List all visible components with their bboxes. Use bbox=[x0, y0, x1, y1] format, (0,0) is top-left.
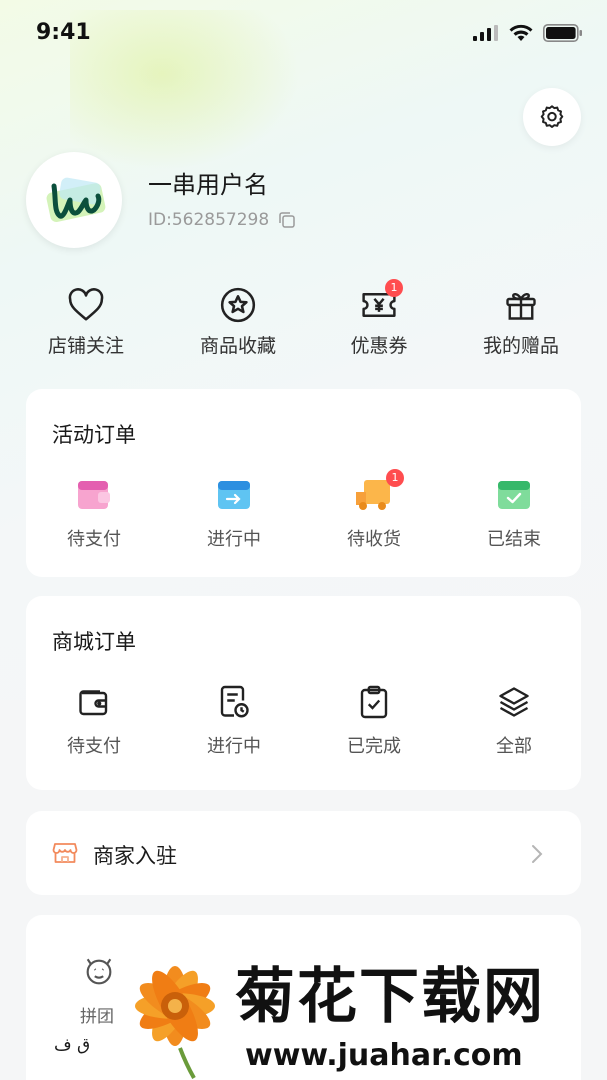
order-label: 待支付 bbox=[67, 736, 121, 757]
user-id-row: ID:562857298 bbox=[148, 210, 297, 230]
wallet-icon bbox=[79, 690, 108, 716]
order-label: 已结束 bbox=[487, 529, 541, 550]
user-id: ID:562857298 bbox=[148, 210, 270, 230]
box-blue-icon bbox=[218, 481, 250, 509]
activity-order-awaiting-delivery[interactable]: 1 待收货 bbox=[304, 469, 444, 551]
heart-icon bbox=[68, 288, 104, 321]
watermark-title: 菊花下载网 bbox=[235, 962, 545, 1032]
quick-link-label: 我的赠品 bbox=[482, 335, 559, 357]
shop-icon bbox=[52, 843, 78, 863]
quick-link-gifts[interactable]: 我的赠品 bbox=[451, 285, 591, 358]
merchant-entry-row[interactable]: 商家入驻 bbox=[26, 811, 581, 895]
status-time: 9:41 bbox=[36, 20, 91, 45]
order-label: 全部 bbox=[496, 736, 532, 757]
wifi-icon bbox=[509, 24, 533, 41]
mall-order-pending-payment[interactable]: 待支付 bbox=[24, 682, 164, 758]
activity-order-pending-payment[interactable]: 待支付 bbox=[24, 475, 164, 551]
quick-link-favorites[interactable]: 商品收藏 bbox=[168, 285, 308, 358]
mall-order-completed[interactable]: 已完成 bbox=[304, 682, 444, 758]
watermark-url: www.juahar.com bbox=[245, 1038, 523, 1073]
group-buy-label: 拼团 bbox=[80, 1007, 114, 1027]
activity-orders-title: 活动订单 bbox=[52, 423, 136, 447]
wallet-pink-icon bbox=[78, 481, 110, 509]
quick-link-store-follow[interactable]: 店铺关注 bbox=[16, 285, 156, 358]
quick-link-coupons[interactable]: 1 优惠券 bbox=[309, 279, 449, 358]
check-green-icon bbox=[498, 481, 530, 509]
gear-icon bbox=[540, 105, 564, 129]
mall-orders-title: 商城订单 bbox=[52, 630, 136, 654]
chevron-right-icon bbox=[532, 845, 543, 863]
order-label: 进行中 bbox=[207, 529, 261, 550]
signal-icon bbox=[473, 25, 498, 41]
quick-link-label: 优惠券 bbox=[350, 335, 408, 357]
order-label: 待支付 bbox=[67, 529, 121, 550]
delivery-badge: 1 bbox=[386, 469, 404, 487]
avatar-logo-icon bbox=[46, 177, 106, 222]
quick-links: 店铺关注 商品收藏 1 优惠券 我的赠品 bbox=[0, 279, 607, 365]
avatar[interactable] bbox=[26, 152, 122, 248]
battery-icon bbox=[543, 24, 582, 42]
layers-icon bbox=[499, 687, 529, 717]
order-label: 待收货 bbox=[347, 529, 401, 550]
watermark-overlay: 菊花下载网 www.juahar.com bbox=[120, 940, 607, 1080]
status-bar: 9:41 bbox=[0, 0, 607, 70]
flower-logo-icon bbox=[135, 966, 215, 1079]
gift-icon bbox=[506, 293, 536, 320]
coupon-badge: 1 bbox=[385, 279, 403, 297]
copy-icon[interactable] bbox=[277, 210, 297, 230]
quick-link-label: 商品收藏 bbox=[199, 335, 276, 357]
username: 一串用户名 bbox=[148, 171, 268, 199]
activity-orders-card: 活动订单 待支付 进行中 1 待收货 已结束 bbox=[26, 389, 581, 577]
mall-order-in-progress[interactable]: 进行中 bbox=[164, 682, 304, 758]
mall-orders-card: 商城订单 待支付 进行中 已完成 全部 bbox=[26, 596, 581, 790]
mall-order-all[interactable]: 全部 bbox=[444, 682, 584, 758]
group-buy-icon bbox=[86, 958, 112, 985]
document-clock-icon bbox=[220, 685, 249, 718]
activity-order-ended[interactable]: 已结束 bbox=[444, 475, 584, 551]
settings-button[interactable] bbox=[523, 88, 581, 146]
order-label: 已完成 bbox=[347, 736, 401, 757]
star-icon bbox=[220, 287, 256, 323]
status-icons bbox=[473, 24, 583, 42]
activity-order-in-progress[interactable]: 进行中 bbox=[164, 475, 304, 551]
quick-link-label: 店铺关注 bbox=[47, 335, 124, 357]
order-label: 进行中 bbox=[207, 736, 261, 757]
partial-label: ق ف bbox=[54, 1035, 91, 1055]
clipboard-check-icon bbox=[360, 685, 388, 719]
merchant-entry-label: 商家入驻 bbox=[93, 844, 177, 868]
